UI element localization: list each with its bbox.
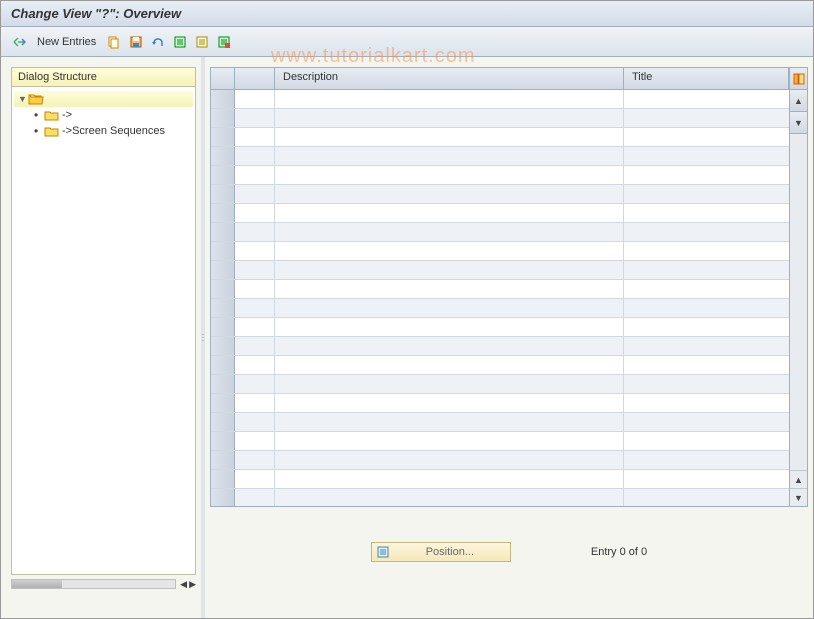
- scroll-up-icon[interactable]: ▲: [790, 90, 807, 112]
- tree-item[interactable]: • ->: [14, 107, 193, 123]
- table-row[interactable]: [211, 489, 789, 506]
- table-row[interactable]: [211, 204, 789, 223]
- row-selector[interactable]: [211, 470, 235, 488]
- table-row[interactable]: [211, 413, 789, 432]
- table-row[interactable]: [211, 128, 789, 147]
- scroll-left-icon[interactable]: ◀: [180, 579, 187, 590]
- entry-status: Entry 0 of 0: [591, 546, 647, 558]
- tree-item-root[interactable]: ▼: [14, 91, 193, 107]
- tree-bullet-icon: •: [34, 124, 44, 138]
- row-selector[interactable]: [211, 223, 235, 241]
- grid-body: [211, 90, 789, 506]
- row-selector[interactable]: [211, 432, 235, 450]
- grid-header-row: Description Title: [211, 68, 789, 90]
- row-selector[interactable]: [211, 299, 235, 317]
- table-row[interactable]: [211, 318, 789, 337]
- grid-header-spacer: [235, 68, 275, 89]
- table-row[interactable]: [211, 147, 789, 166]
- tree-item[interactable]: • ->Screen Sequences: [14, 123, 193, 139]
- new-entries-button[interactable]: New Entries: [31, 34, 102, 50]
- right-panel: Description Title ▲ ▼ ▲ ▼: [205, 57, 813, 618]
- tree-item-label: ->: [62, 109, 72, 121]
- scroll-down-icon[interactable]: ▼: [790, 112, 807, 134]
- vscroll-track[interactable]: [790, 134, 807, 470]
- grid-config-icon[interactable]: [790, 68, 807, 90]
- grid-vertical-scroll: ▲ ▼ ▲ ▼: [789, 68, 807, 506]
- scroll-right-icon[interactable]: ▶: [189, 579, 196, 590]
- row-selector[interactable]: [211, 318, 235, 336]
- select-all-icon[interactable]: [170, 32, 190, 52]
- column-header-title[interactable]: Title: [624, 68, 789, 89]
- data-grid: Description Title ▲ ▼ ▲ ▼: [210, 67, 808, 507]
- row-selector[interactable]: [211, 337, 235, 355]
- folder-icon: [44, 124, 60, 138]
- folder-icon: [44, 108, 60, 122]
- row-selector[interactable]: [211, 147, 235, 165]
- table-row[interactable]: [211, 90, 789, 109]
- grid-select-all-corner[interactable]: [211, 68, 235, 89]
- row-selector[interactable]: [211, 261, 235, 279]
- hscroll-thumb[interactable]: [12, 580, 62, 588]
- table-row[interactable]: [211, 337, 789, 356]
- table-row[interactable]: [211, 432, 789, 451]
- footer-bar: Position... Entry 0 of 0: [210, 542, 808, 562]
- table-row[interactable]: [211, 280, 789, 299]
- row-selector[interactable]: [211, 166, 235, 184]
- deselect-all-icon[interactable]: [192, 32, 212, 52]
- table-row[interactable]: [211, 185, 789, 204]
- tree-item-label: ->Screen Sequences: [62, 125, 165, 137]
- main-content: Dialog Structure ▼ • -> • ->Screen Seque…: [1, 57, 813, 618]
- title-bar: Change View "?": Overview: [1, 1, 813, 27]
- column-header-description[interactable]: Description: [275, 68, 624, 89]
- row-selector[interactable]: [211, 128, 235, 146]
- copy-icon[interactable]: [104, 32, 124, 52]
- table-row[interactable]: [211, 356, 789, 375]
- table-row[interactable]: [211, 166, 789, 185]
- table-row[interactable]: [211, 375, 789, 394]
- row-selector[interactable]: [211, 489, 235, 506]
- hscroll-track[interactable]: [11, 579, 176, 589]
- row-selector[interactable]: [211, 185, 235, 203]
- tree-expand-icon[interactable]: ▼: [18, 94, 28, 104]
- tree-panel: Dialog Structure ▼ • -> • ->Screen Seque…: [1, 57, 201, 618]
- undo-icon[interactable]: [148, 32, 168, 52]
- tree-header: Dialog Structure: [11, 67, 196, 87]
- table-row[interactable]: [211, 261, 789, 280]
- tree-horizontal-scroll: ◀ ▶: [11, 577, 196, 591]
- page-title: Change View "?": Overview: [11, 6, 181, 21]
- row-selector[interactable]: [211, 280, 235, 298]
- table-row[interactable]: [211, 299, 789, 318]
- folder-open-icon: [28, 92, 44, 106]
- row-selector[interactable]: [211, 204, 235, 222]
- table-row[interactable]: [211, 242, 789, 261]
- table-row[interactable]: [211, 451, 789, 470]
- scroll-up-icon[interactable]: ▲: [790, 470, 807, 488]
- table-row[interactable]: [211, 470, 789, 489]
- row-selector[interactable]: [211, 413, 235, 431]
- position-icon: [376, 545, 390, 559]
- scroll-down-icon[interactable]: ▼: [790, 488, 807, 506]
- toolbar: New Entries: [1, 27, 813, 57]
- row-selector[interactable]: [211, 394, 235, 412]
- row-selector[interactable]: [211, 375, 235, 393]
- row-selector[interactable]: [211, 356, 235, 374]
- toggle-icon[interactable]: [9, 32, 29, 52]
- table-row[interactable]: [211, 109, 789, 128]
- row-selector[interactable]: [211, 451, 235, 469]
- save-icon[interactable]: [126, 32, 146, 52]
- position-label: Position...: [394, 546, 506, 558]
- row-selector[interactable]: [211, 242, 235, 260]
- position-button[interactable]: Position...: [371, 542, 511, 562]
- tree-body: ▼ • -> • ->Screen Sequences: [11, 87, 196, 575]
- tree-bullet-icon: •: [34, 108, 44, 122]
- row-selector[interactable]: [211, 109, 235, 127]
- row-selector[interactable]: [211, 90, 235, 108]
- table-row[interactable]: [211, 394, 789, 413]
- table-row[interactable]: [211, 223, 789, 242]
- delete-icon[interactable]: [214, 32, 234, 52]
